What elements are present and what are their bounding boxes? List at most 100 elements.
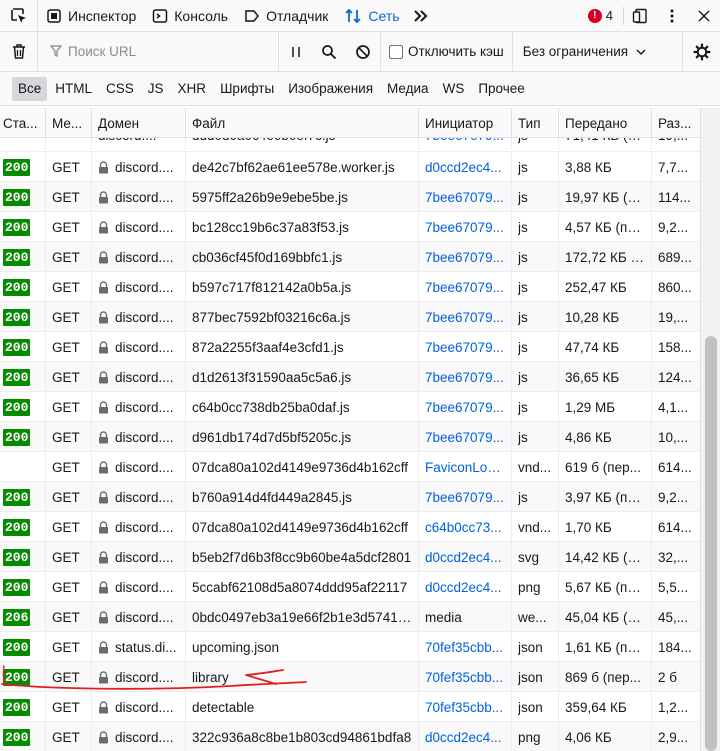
scrollbar-thumb[interactable] bbox=[705, 336, 717, 751]
disable-cache-label: Отключить кэш bbox=[408, 44, 504, 59]
table-row[interactable]: 200 GET discord.... de42c7bf62ae61ee578e.wo… bbox=[0, 152, 700, 182]
cell-transferred: 3,97 КБ (пе... bbox=[559, 482, 652, 512]
cell-initiator[interactable]: FaviconLoa... bbox=[419, 452, 512, 482]
cell-initiator[interactable]: 7bee67079... bbox=[419, 212, 512, 242]
table-row[interactable]: 200 GET discord.... b597c717f812142a0b5a.js… bbox=[0, 272, 700, 302]
table-row[interactable]: 200 GET status.di... upcoming.json 70fef35cb… bbox=[0, 632, 700, 662]
cell-initiator[interactable]: 7bee67079... bbox=[419, 332, 512, 362]
table-row[interactable]: 200 GET discord.... cb036cf45f0d169bbfc1.js… bbox=[0, 242, 700, 272]
cell-initiator[interactable]: 7bee67079... bbox=[419, 482, 512, 512]
type-filter-html[interactable]: HTML bbox=[49, 77, 98, 101]
column-header-domain[interactable]: Домен bbox=[92, 108, 186, 138]
type-filter-ws[interactable]: WS bbox=[437, 77, 471, 101]
type-filter-media[interactable]: Медиа bbox=[381, 77, 435, 101]
cell-transferred: 10,28 КБ bbox=[559, 302, 652, 332]
type-filter-other[interactable]: Прочее bbox=[472, 77, 530, 101]
cell-size: 184... bbox=[658, 639, 692, 655]
cell-initiator[interactable]: 7bee67079... bbox=[419, 422, 512, 452]
checkbox-box[interactable] bbox=[389, 44, 403, 59]
table-row[interactable]: 200 GET discord.... 872a2255f3aaf4e3cfd1.js… bbox=[0, 332, 700, 362]
column-header-transferred[interactable]: Передано bbox=[559, 108, 652, 138]
cell-initiator[interactable]: 70fef35cbb... bbox=[419, 692, 512, 722]
type-filter-images[interactable]: Изображения bbox=[282, 77, 379, 101]
table-row[interactable]: 200 GET discord.... 5975ff2a26b9e9ebe5be.js… bbox=[0, 182, 700, 212]
console-icon bbox=[152, 8, 168, 24]
type-filter-css[interactable]: CSS bbox=[100, 77, 140, 101]
table-row[interactable]: 200 GET discord.... 07dca80a102d4149e9736d4… bbox=[0, 512, 700, 542]
table-row[interactable]: 200 GET discord.... 877bec7592bf03216c6a.js… bbox=[0, 302, 700, 332]
cell-type: png bbox=[512, 722, 559, 751]
table-row[interactable]: 200 GET discord.... b5eb2f7d6b3f8cc9b60be4a… bbox=[0, 542, 700, 572]
type-filter-js[interactable]: JS bbox=[142, 77, 170, 101]
element-picker-button[interactable] bbox=[0, 0, 38, 32]
vertical-scrollbar[interactable] bbox=[700, 108, 720, 751]
column-header-status[interactable]: Ста... bbox=[0, 108, 46, 138]
table-row[interactable]: 200 GET discord.... bc128cc19b6c37a83f53.js… bbox=[0, 212, 700, 242]
table-row[interactable]: 200 GET discord.... 5ccabf62108d5a8074ddd95… bbox=[0, 572, 700, 602]
cell-initiator[interactable]: 7bee67079... bbox=[419, 362, 512, 392]
type-filter-all[interactable]: Все bbox=[12, 76, 48, 101]
dock-button[interactable] bbox=[624, 0, 656, 32]
cell-initiator[interactable]: 7bee67079... bbox=[419, 242, 512, 272]
type-filter-xhr[interactable]: XHR bbox=[172, 77, 213, 101]
cell-initiator[interactable]: 7bee67079... bbox=[419, 392, 512, 422]
cell-initiator[interactable]: 70fef35cbb... bbox=[419, 662, 512, 692]
pause-recording-button[interactable] bbox=[278, 31, 312, 72]
cell-initiator[interactable]: d0ccd2ec4... bbox=[419, 152, 512, 182]
cell-initiator[interactable]: media bbox=[419, 602, 512, 632]
cell-initiator[interactable]: c64b0cc73... bbox=[419, 512, 512, 542]
table-row[interactable]: 200 GET discord.... d1d2613f31590aa5c5a6.js… bbox=[0, 362, 700, 392]
table-row-partial[interactable]: discord.... ddd0d0a0c4e0b0ef7c.js 7bee67… bbox=[0, 138, 700, 152]
block-requests-button[interactable] bbox=[346, 32, 380, 72]
table-row[interactable]: 200 GET discord.... 322c936a8c8be1b803cd948… bbox=[0, 722, 700, 751]
close-devtools-button[interactable] bbox=[688, 0, 720, 32]
cell-status: 206 bbox=[0, 602, 46, 632]
column-header-method[interactable]: Ме... bbox=[46, 108, 92, 138]
tab-network[interactable]: Сеть bbox=[336, 0, 407, 32]
options-menu-button[interactable] bbox=[656, 0, 688, 32]
table-row[interactable]: 200 GET discord.... detectable 70fef35cbb...… bbox=[0, 692, 700, 722]
cell-domain: discord.... bbox=[92, 452, 186, 482]
cell-domain: discord.... bbox=[92, 512, 186, 542]
column-header-initiator[interactable]: Инициатор bbox=[419, 108, 512, 138]
tab-inspector-label: Инспектор bbox=[68, 7, 137, 24]
table-row[interactable]: 200 GET discord.... d961db174d7d5bf5205c.js… bbox=[0, 422, 700, 452]
url-filter-input[interactable] bbox=[68, 44, 258, 59]
error-count-badge[interactable]: ! 4 bbox=[578, 8, 623, 23]
tab-inspector[interactable]: Инспектор bbox=[38, 0, 144, 32]
status-badge: 200 bbox=[3, 218, 31, 236]
throttling-select[interactable]: Без ограничения bbox=[511, 31, 656, 72]
table-row[interactable]: 200 GET discord.... b760a914d4fd449a2845.js… bbox=[0, 482, 700, 512]
status-badge: 206 bbox=[3, 608, 31, 626]
cell-domain: discord.... bbox=[92, 332, 186, 362]
cell-transferred: 19,97 КБ (пе... bbox=[559, 182, 652, 212]
disable-cache-checkbox[interactable]: Отключить кэш bbox=[380, 31, 512, 72]
tab-console[interactable]: Консоль bbox=[144, 0, 236, 32]
network-icon bbox=[344, 8, 362, 24]
table-row[interactable]: 200 GET discord.... c64b0cc738db25ba0daf.js… bbox=[0, 392, 700, 422]
cell-initiator[interactable]: 7bee67079... bbox=[419, 302, 512, 332]
cell-initiator[interactable]: 7bee67079... bbox=[419, 272, 512, 302]
cell-file: detectable bbox=[186, 692, 419, 722]
column-header-size[interactable]: Раз... bbox=[652, 108, 700, 138]
column-header-file[interactable]: Файл bbox=[186, 108, 419, 138]
table-row[interactable]: 200 GET discord.... library 70fef35cbb... jso… bbox=[0, 662, 700, 692]
url-filter[interactable] bbox=[38, 44, 278, 59]
status-badge: 200 bbox=[3, 548, 31, 566]
column-header-type[interactable]: Тип bbox=[512, 108, 559, 138]
cell-initiator[interactable]: d0ccd2ec4... bbox=[419, 722, 512, 751]
search-icon bbox=[322, 44, 337, 59]
table-row[interactable]: GET discord.... 07dca80a102d4149e9736d4b16… bbox=[0, 452, 700, 482]
table-row[interactable]: 206 GET discord.... 0bdc0497eb3a19e66f2b1e3… bbox=[0, 602, 700, 632]
cell-initiator[interactable]: d0ccd2ec4... bbox=[419, 572, 512, 602]
cell-initiator[interactable]: 7bee67079... bbox=[419, 182, 512, 212]
cell-initiator[interactable]: d0ccd2ec4... bbox=[419, 542, 512, 572]
type-filter-fonts[interactable]: Шрифты bbox=[214, 77, 280, 101]
cell-initiator[interactable]: 70fef35cbb... bbox=[419, 632, 512, 662]
clear-requests-button[interactable] bbox=[0, 31, 38, 72]
tab-debugger[interactable]: Отладчик bbox=[236, 0, 336, 32]
network-settings-button[interactable] bbox=[682, 31, 720, 72]
more-tabs-button[interactable] bbox=[408, 0, 434, 32]
search-requests-button[interactable] bbox=[312, 32, 346, 72]
cell-method: GET bbox=[46, 632, 92, 662]
